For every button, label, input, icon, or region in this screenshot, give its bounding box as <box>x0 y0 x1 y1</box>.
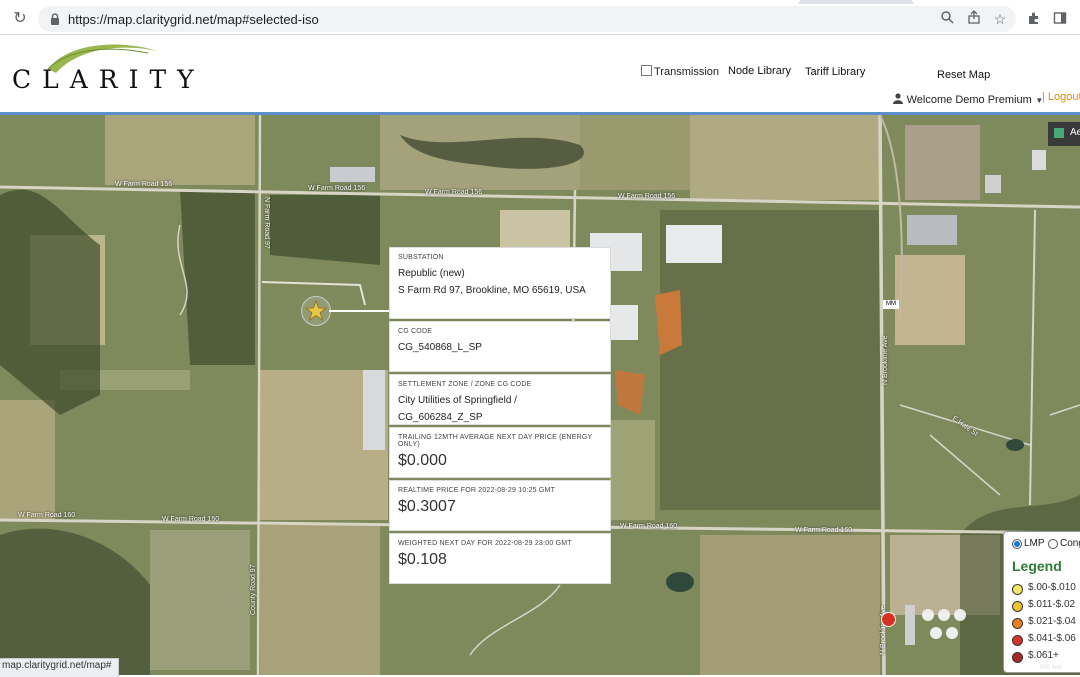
cg-code-label: CG CODE <box>398 328 433 335</box>
trailing-price-value: $0.000 <box>398 452 447 469</box>
weighted-price-section: WEIGHTED NEXT DAY FOR 2022-08-29 23:00 G… <box>389 533 611 584</box>
reload-icon[interactable]: ↻ <box>10 9 30 29</box>
road-label: W Farm Road 156 <box>425 189 483 196</box>
legend-swatch <box>1012 635 1023 646</box>
browser-toolbar: ↻ https://map.claritygrid.net/map#select… <box>0 4 1080 34</box>
address-bar[interactable]: https://map.claritygrid.net/map#selected… <box>38 6 1016 32</box>
price-legend: LMP Cong Legend $.00-$.010 $.011-$.02 $.… <box>1003 531 1080 673</box>
lmp-label[interactable]: LMP <box>1024 538 1045 549</box>
road-label: W Farm Road 160 <box>162 516 220 523</box>
road-label: W Farm Road 160 <box>620 523 678 530</box>
lmp-radio[interactable] <box>1012 539 1022 549</box>
substation-popup: SUBSTATION Republic (new) S Farm Rd 97, … <box>389 247 611 586</box>
legend-swatch <box>1012 584 1023 595</box>
congestion-label[interactable]: Cong <box>1060 538 1080 549</box>
zone-section: SETTLEMENT ZONE / ZONE CG CODE City Util… <box>389 374 611 425</box>
star-icon <box>304 299 328 321</box>
congestion-radio[interactable] <box>1048 539 1058 549</box>
substation-name: Republic (new) <box>398 268 465 279</box>
road-label: W Farm Road 160 <box>18 512 76 519</box>
weighted-price-label: WEIGHTED NEXT DAY FOR 2022-08-29 23:00 G… <box>398 540 572 547</box>
node-library-link[interactable]: Node Library <box>728 65 791 77</box>
road-label: W Farm Road 156 <box>115 181 173 188</box>
tariff-library-link[interactable]: Tariff Library <box>805 66 865 78</box>
road-label: W Farm Road 156 <box>308 185 366 192</box>
transmission-checkbox[interactable] <box>641 65 652 76</box>
transmission-label[interactable]: Transmission <box>654 66 719 78</box>
zone-value: City Utilities of Springfield / CG_60628… <box>398 395 517 423</box>
logo-text: CLARITY <box>12 65 205 94</box>
popup-connector <box>329 310 390 312</box>
cg-code-section: CG CODE CG_540868_L_SP <box>389 321 611 372</box>
site-header: CLARITY Transmission Node Library Tariff… <box>0 35 1080 115</box>
reset-map-button[interactable]: Reset Map <box>937 69 990 81</box>
road-label: W Farm Road 156 <box>618 193 676 200</box>
realtime-price-label: REALTIME PRICE FOR 2022-08-29 10:25 GMT <box>398 487 556 494</box>
zone-label: SETTLEMENT ZONE / ZONE CG CODE <box>398 381 532 388</box>
clarity-logo[interactable]: CLARITY <box>8 39 240 101</box>
welcome-text: Welcome Demo Premium <box>906 94 1032 106</box>
star-icon[interactable]: ☆ <box>991 10 1009 28</box>
extensions-icon[interactable] <box>1025 11 1043 29</box>
road-label: N Brookline Ave <box>882 335 889 385</box>
status-url: map.claritygrid.net/map# <box>0 658 119 677</box>
legend-swatch <box>1012 618 1023 629</box>
trailing-price-label: TRAILING 12mth AVERAGE NEXT DAY PRICE (E… <box>398 434 593 448</box>
aerial-icon <box>1054 128 1064 138</box>
realtime-price-section: REALTIME PRICE FOR 2022-08-29 10:25 GMT … <box>389 480 611 531</box>
trailing-price-section: TRAILING 12mth AVERAGE NEXT DAY PRICE (E… <box>389 427 611 478</box>
substation-marker[interactable] <box>301 296 331 326</box>
zoom-icon[interactable] <box>938 10 956 28</box>
map-scale: 500 feet <box>1040 665 1062 671</box>
lock-icon[interactable] <box>48 12 62 26</box>
mm-sign: MM <box>883 300 899 309</box>
substation-marker-red[interactable] <box>881 612 896 627</box>
substation-section: SUBSTATION Republic (new) S Farm Rd 97, … <box>389 247 611 319</box>
url-text[interactable]: https://map.claritygrid.net/map#selected… <box>68 12 319 27</box>
legend-swatch <box>1012 601 1023 612</box>
road-label: County Road 97 <box>250 564 257 615</box>
weighted-price-value: $0.108 <box>398 551 447 568</box>
user-icon <box>893 93 903 104</box>
substation-label: SUBSTATION <box>398 254 444 261</box>
logout-link[interactable]: | Logout <box>1042 91 1080 103</box>
realtime-price-value: $0.3007 <box>398 498 456 515</box>
sidepanel-icon[interactable] <box>1051 11 1069 29</box>
aerial-label: Ae <box>1070 127 1080 138</box>
substation-address: S Farm Rd 97, Brookline, MO 65619, USA <box>398 285 586 296</box>
legend-swatch <box>1012 652 1023 663</box>
share-icon[interactable] <box>965 10 983 28</box>
road-label: N Farm Road 97 <box>263 197 270 249</box>
road-label: W Farm Road 160 <box>795 527 853 534</box>
user-menu[interactable]: Welcome Demo Premium ▼ <box>893 91 1043 106</box>
legend-title: Legend <box>1012 558 1062 574</box>
aerial-toggle-button[interactable]: Ae <box>1048 122 1080 146</box>
cg-code-value: CG_540868_L_SP <box>398 342 482 353</box>
